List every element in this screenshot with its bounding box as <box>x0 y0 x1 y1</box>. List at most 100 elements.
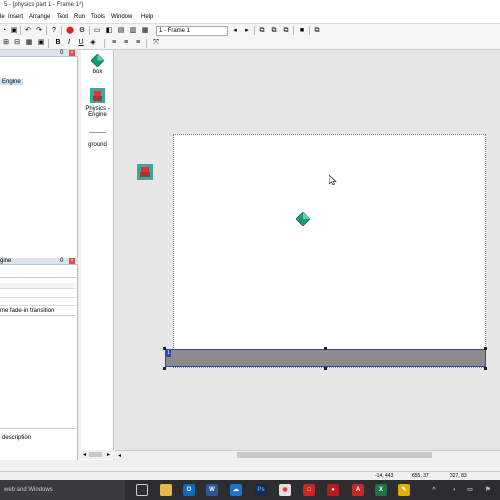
selection-handle[interactable] <box>163 347 166 350</box>
taskbar-search[interactable]: web and Windows <box>0 480 125 500</box>
panel-header-bottom: gine 0 × <box>0 258 78 265</box>
network-icon[interactable]: ▭ <box>464 484 476 496</box>
property-row[interactable] <box>0 300 76 306</box>
layout-5-icon[interactable]: ▦ <box>141 27 149 35</box>
photoshop-icon[interactable]: Ps <box>255 484 267 496</box>
main-toolbar: ◔ ▣ ↶ ↷ ? ⬤ ⚙ ▭ ◧ ▤ ▥ ▦ 1 - Frame 1 ◂ ▸ … <box>0 23 500 37</box>
italic-icon[interactable]: I <box>65 39 73 47</box>
status-coord-3: 327, 83 <box>450 473 467 479</box>
menu-tools[interactable]: Tools <box>91 14 105 20</box>
panel-title: gine <box>0 258 12 264</box>
tree-item-engine[interactable]: Engine <box>0 79 23 85</box>
selection-handle[interactable] <box>324 367 327 370</box>
property-row[interactable] <box>0 292 76 298</box>
menu-insert[interactable]: Insert <box>8 14 23 20</box>
grid-icon[interactable]: ▦ <box>25 39 33 47</box>
object-toolbar: box Physics - Engine ground <box>81 50 114 460</box>
outlook-icon[interactable]: O <box>183 484 195 496</box>
toolbar-separator <box>309 26 310 35</box>
toolbar-separator <box>89 26 90 35</box>
selection-handle[interactable] <box>484 367 487 370</box>
frame-canvas[interactable] <box>173 134 486 368</box>
layout-4-icon[interactable]: ▥ <box>129 27 137 35</box>
scroll-thumb[interactable] <box>89 452 102 457</box>
frame-tool-3-icon[interactable]: ⧉ <box>282 27 290 35</box>
box-object-diamond[interactable] <box>296 212 310 226</box>
close-icon[interactable]: × <box>69 258 75 264</box>
redo-icon[interactable]: ↷ <box>35 27 43 35</box>
chrome-icon[interactable]: ◉ <box>279 484 291 496</box>
underline-icon[interactable]: U <box>77 39 85 47</box>
toolbar-separator <box>46 26 47 35</box>
layout-2-icon[interactable]: ◧ <box>105 27 113 35</box>
pin-icon[interactable]: 0 <box>60 258 63 264</box>
menu-text[interactable]: Text <box>57 14 68 20</box>
transition-property[interactable]: me fade-in transition <box>0 308 76 316</box>
diamond-icon[interactable] <box>91 54 104 67</box>
toolbar-separator <box>48 39 49 48</box>
horizontal-scrollbar[interactable]: ◂ <box>115 450 500 459</box>
ground-object[interactable]: 1 <box>165 349 486 367</box>
word-icon[interactable]: W <box>206 484 218 496</box>
align-right-icon[interactable]: ≡ <box>134 39 142 47</box>
stop-icon[interactable]: ⬤ <box>66 27 74 35</box>
prev-frame-icon[interactable]: ◂ <box>231 27 239 35</box>
fill-color-icon[interactable]: ◈ <box>89 39 97 47</box>
menu-help[interactable]: Help <box>141 14 153 20</box>
help-icon[interactable]: ? <box>50 27 58 35</box>
notes-icon[interactable]: ✎ <box>398 484 410 496</box>
align-center-icon[interactable]: ≡ <box>122 39 130 47</box>
open-icon[interactable]: ◔ <box>0 27 8 35</box>
scroll-right-icon[interactable]: ▸ <box>107 451 110 458</box>
align-grid2-icon[interactable]: ⊟ <box>13 39 21 47</box>
selection-handle[interactable] <box>324 347 327 350</box>
layout-1-icon[interactable]: ▭ <box>93 27 101 35</box>
acrobat-icon[interactable]: A <box>352 484 364 496</box>
stop-square-icon[interactable]: ■ <box>298 27 306 35</box>
property-row[interactable] <box>0 283 76 289</box>
object-toolbar-scroll[interactable]: ◂ ▸ <box>81 450 114 459</box>
window-title: 5 - [physics part 1 - Frame 1*] <box>4 2 84 8</box>
object-label-box[interactable]: box <box>81 69 114 75</box>
bold-icon[interactable]: B <box>54 39 62 47</box>
resize-icon[interactable]: ⤧ <box>152 39 160 47</box>
object-label-physics[interactable]: Physics - Engine <box>81 106 114 118</box>
next-frame-icon[interactable]: ▸ <box>243 27 251 35</box>
physics-engine-object-icon[interactable] <box>137 164 153 180</box>
onedrive-icon[interactable]: ☁ <box>230 484 242 496</box>
snap-icon[interactable]: ▣ <box>37 39 45 47</box>
run-icon[interactable]: ⚙ <box>78 27 86 35</box>
undo-icon[interactable]: ↶ <box>24 27 32 35</box>
tray-up-icon[interactable]: ^ <box>428 484 440 496</box>
save-icon[interactable]: ▣ <box>10 27 18 35</box>
menu-arrange[interactable]: Arrange <box>29 14 50 20</box>
menu-window[interactable]: Window <box>111 14 132 20</box>
frame-tool-2-icon[interactable]: ⧉ <box>270 27 278 35</box>
selection-handle[interactable] <box>163 367 166 370</box>
align-left-icon[interactable]: ≡ <box>110 39 118 47</box>
pin-icon[interactable]: 0 <box>60 50 63 56</box>
object-label-ground[interactable]: ground <box>81 142 114 148</box>
close-icon[interactable]: × <box>69 50 75 56</box>
file-explorer-icon[interactable] <box>160 484 172 496</box>
selection-handle[interactable] <box>484 347 487 350</box>
frame-tool-4-icon[interactable]: ⧉ <box>313 27 321 35</box>
format-toolbar: ⊞ ⊟ ▦ ▣ B I U ◈ ≡ ≡ ≡ ⤧ <box>0 37 500 50</box>
app-red-icon[interactable]: ● <box>327 484 339 496</box>
flag-icon[interactable]: ⚑ <box>482 484 494 496</box>
property-tab-row[interactable] <box>0 268 76 278</box>
app-icon[interactable]: □ <box>303 484 315 496</box>
scroll-left-icon[interactable]: ◂ <box>83 451 86 458</box>
layout-3-icon[interactable]: ▤ <box>117 27 125 35</box>
menu-file[interactable]: le <box>0 14 5 20</box>
task-view-icon[interactable] <box>136 484 148 496</box>
speaker-icon[interactable]: ◖ <box>448 484 460 496</box>
scroll-left-icon[interactable]: ◂ <box>118 452 121 459</box>
scroll-thumb[interactable] <box>237 452 432 458</box>
menu-run[interactable]: Run <box>74 14 85 20</box>
frame-select[interactable]: 1 - Frame 1 <box>156 26 228 36</box>
align-grid-icon[interactable]: ⊞ <box>2 39 10 47</box>
frame-tool-1-icon[interactable]: ⧉ <box>258 27 266 35</box>
excel-icon[interactable]: X <box>375 484 387 496</box>
physics-engine-icon[interactable] <box>90 88 105 103</box>
